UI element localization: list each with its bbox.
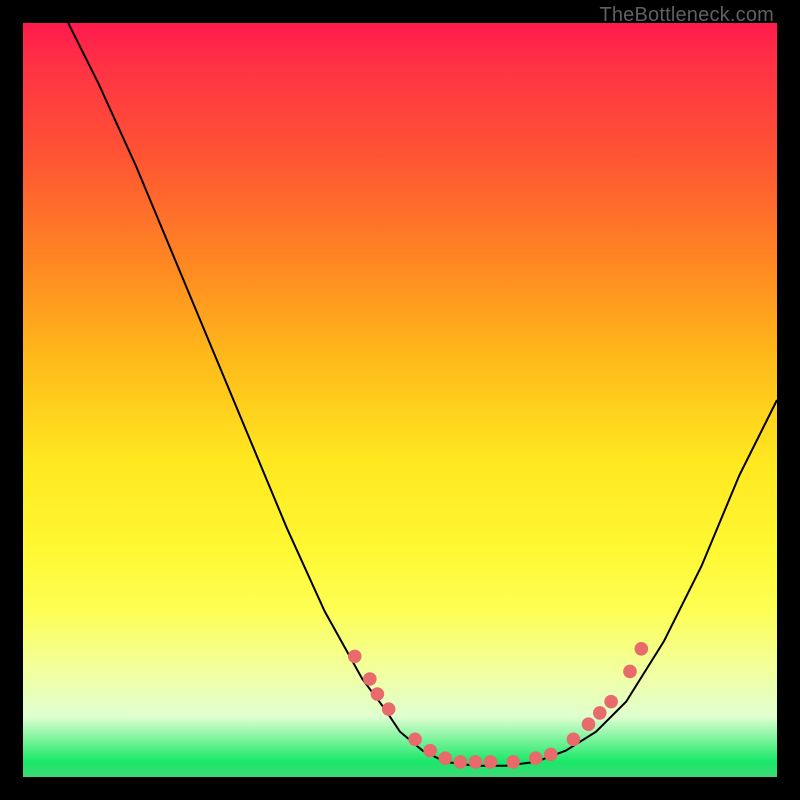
data-point (634, 642, 648, 656)
plot-area (23, 23, 777, 777)
data-point (363, 672, 377, 686)
data-point (371, 687, 385, 701)
data-point (348, 650, 362, 664)
data-point (593, 706, 607, 720)
chart-container: TheBottleneck.com (0, 0, 800, 800)
data-point (438, 751, 452, 765)
data-point (529, 751, 543, 765)
dots-svg (23, 23, 777, 777)
data-point (408, 733, 422, 747)
data-point (423, 744, 437, 758)
data-point (567, 733, 581, 747)
data-point (454, 755, 468, 769)
data-point (582, 717, 596, 731)
data-point (506, 755, 520, 769)
data-point (469, 755, 483, 769)
data-point (544, 748, 558, 762)
data-point (604, 695, 618, 709)
data-point (484, 755, 498, 769)
data-point (382, 702, 396, 716)
data-point (623, 665, 637, 679)
